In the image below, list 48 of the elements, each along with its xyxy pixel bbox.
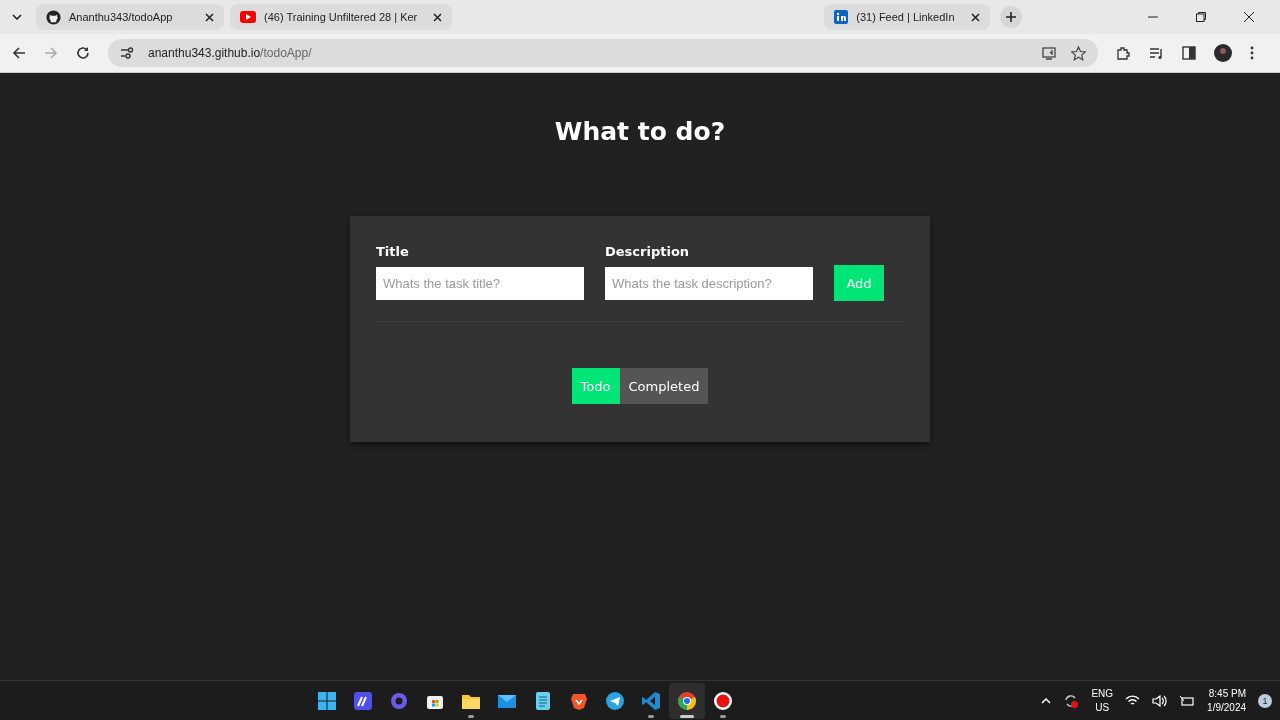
new-tab-icon[interactable] xyxy=(999,6,1022,28)
install-app-icon[interactable] xyxy=(1042,46,1057,60)
address-bar[interactable]: ananthu343.github.io/todoApp/ xyxy=(108,39,1098,67)
record-icon xyxy=(712,690,733,711)
clock-time[interactable]: 8:45 PM xyxy=(1208,686,1246,701)
close-icon[interactable] xyxy=(433,12,443,22)
sync-icon[interactable] xyxy=(1063,692,1080,709)
browser-tab[interactable]: (46) Training Unfiltered 28 | Ker xyxy=(230,4,453,30)
field-label: Title xyxy=(376,244,410,259)
close-icon[interactable] xyxy=(1243,11,1255,23)
language-indicator[interactable]: ENG xyxy=(1091,686,1114,701)
tab-list-icon[interactable] xyxy=(12,14,22,20)
wifi-icon[interactable] xyxy=(1125,694,1141,707)
restore-icon[interactable] xyxy=(1195,11,1207,23)
extensions-icon[interactable] xyxy=(1116,45,1131,61)
bookmark-star-icon[interactable] xyxy=(1071,45,1086,61)
slash-app-icon xyxy=(352,690,373,711)
battery-icon[interactable] xyxy=(1179,694,1196,707)
windows-logo-icon xyxy=(316,690,337,711)
github-icon xyxy=(46,9,61,25)
code-editor-icon xyxy=(640,690,661,711)
close-icon[interactable] xyxy=(205,12,214,22)
back-icon[interactable] xyxy=(12,46,26,60)
avatar-icon[interactable] xyxy=(1214,44,1232,62)
browser-tab[interactable]: (31) Feed | LinkedIn xyxy=(824,4,990,30)
chrome-icon xyxy=(676,690,697,711)
side-panel-icon[interactable] xyxy=(1182,46,1196,60)
ring-app-icon xyxy=(388,690,409,711)
video-play-icon xyxy=(240,11,256,23)
notification-badge[interactable]: 1 xyxy=(1258,693,1272,708)
page-heading: What to do? xyxy=(554,117,726,146)
reload-icon[interactable] xyxy=(76,46,90,60)
menu-icon[interactable] xyxy=(1250,46,1254,60)
taskbar-app[interactable] xyxy=(668,682,705,719)
close-icon[interactable] xyxy=(970,12,980,22)
input-field[interactable]: Whats the task title? xyxy=(376,267,584,300)
filter-button[interactable]: Completed xyxy=(619,368,709,404)
chevron-up-icon[interactable] xyxy=(1041,697,1052,704)
paper-plane-icon xyxy=(604,690,625,711)
site-settings-icon[interactable] xyxy=(120,47,134,59)
field-label: Description xyxy=(605,244,691,259)
input-field[interactable]: Whats the task description? xyxy=(605,267,813,300)
linkedin-icon xyxy=(834,10,849,24)
language-indicator[interactable]: US xyxy=(1095,700,1110,715)
media-controls-icon[interactable] xyxy=(1149,46,1164,60)
browser-tab[interactable]: Ananthu343/todoApp xyxy=(36,4,224,30)
speaker-icon[interactable] xyxy=(1152,694,1168,707)
clock-date[interactable]: 1/9/2024 xyxy=(1207,700,1246,715)
